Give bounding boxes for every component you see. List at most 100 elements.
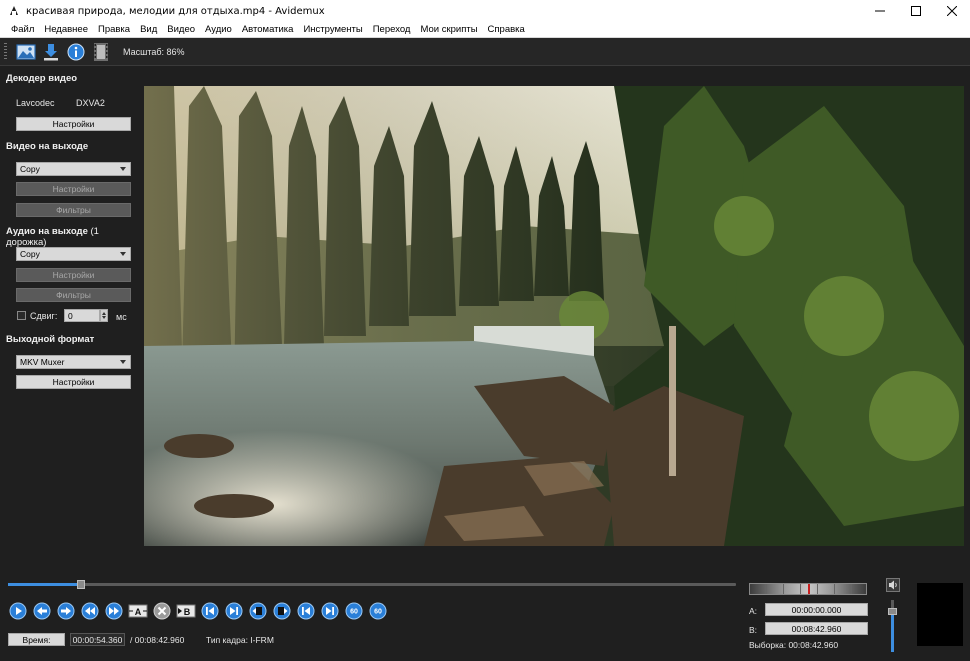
go-to-a-icon [201,602,219,620]
mini-preview [917,583,963,646]
menu-tools[interactable]: Инструменты [298,24,367,35]
time-button[interactable]: Время: [8,633,65,646]
video-filters-button[interactable] [90,41,112,63]
marker-b-icon: B [176,604,196,618]
next-frame-button[interactable] [56,601,76,621]
meter-tick [800,584,801,594]
forward-60-icon: 60 [369,602,387,620]
maximize-button[interactable] [898,0,934,22]
maximize-icon [911,6,921,16]
volume-handle[interactable] [888,608,897,615]
marker-b-field[interactable]: 00:08:42.960 [765,622,868,635]
seek-progress [8,583,81,586]
minimize-button[interactable] [862,0,898,22]
audio-codec-select[interactable]: Copy [16,247,131,261]
output-format-title: Выходной формат [6,334,95,345]
play-button[interactable] [8,601,28,621]
selection-duration: Выборка: 00:08:42.960 [749,640,839,650]
menu-file[interactable]: Файл [6,24,39,35]
first-frame-button[interactable] [296,601,316,621]
audio-codec-value: Copy [20,249,40,259]
skip-end-icon [321,602,339,620]
zoom-label: Масштаб: 86% [123,46,185,57]
arrow-left-icon [33,602,51,620]
meter-tick [783,584,784,594]
rewind-icon [81,602,99,620]
transport-controls: A B 60 60 [8,601,392,621]
total-time: / 00:08:42.960 [130,635,185,645]
next-keyframe-button[interactable] [104,601,124,621]
previous-black-frame-icon [249,602,267,620]
skip-start-icon [297,602,315,620]
meter-tick [834,584,835,594]
back-60s-button[interactable]: 60 [344,601,364,621]
seek-bar[interactable] [8,583,736,586]
shift-unit: мс [116,312,127,322]
speaker-icon[interactable] [886,578,900,592]
video-codec-select[interactable]: Copy [16,162,131,176]
marker-a-field[interactable]: 00:00:00.000 [765,603,868,616]
seek-handle[interactable] [77,580,85,589]
video-filters-button[interactable]: Фильтры [16,203,131,217]
close-icon [947,6,957,16]
chevron-down-icon [120,167,126,171]
decoder-settings-button[interactable]: Настройки [16,117,131,131]
go-to-b-icon [225,602,243,620]
marker-b-label: B: [749,625,758,635]
shift-label: Сдвиг: [30,311,58,321]
frame-type: Тип кадра: I-FRM [206,635,274,645]
delete-selection-button[interactable] [152,601,172,621]
go-to-marker-a-button[interactable] [200,601,220,621]
menu-custom-scripts[interactable]: Мои скрипты [415,24,482,35]
decoder-hw: DXVA2 [76,98,105,108]
last-frame-button[interactable] [320,601,340,621]
next-black-frame-button[interactable] [272,601,292,621]
menu-automation[interactable]: Автоматика [237,24,299,35]
video-preview[interactable] [144,86,964,546]
muxer-value: MKV Muxer [20,357,65,367]
audio-settings-button[interactable]: Настройки [16,268,131,282]
properties-button[interactable] [65,41,87,63]
menu-go[interactable]: Переход [368,24,416,35]
window-title: красивая природа, мелодии для отдыха.mp4… [26,5,325,17]
fast-forward-icon [105,602,123,620]
shift-input[interactable]: 0 [64,309,100,322]
video-settings-button[interactable]: Настройки [16,182,131,196]
current-time-field[interactable]: 00:00:54.360 [70,633,125,646]
menu-bar: Файл Недавнее Правка Вид Видео Аудио Авт… [0,22,970,38]
forest-river-frame [144,86,964,546]
set-marker-b-button[interactable]: B [176,601,196,621]
toolbar-grip[interactable] [4,42,7,61]
shift-spinner[interactable] [100,309,108,322]
menu-help[interactable]: Справка [483,24,530,35]
chevron-down-icon [120,360,126,364]
avidemux-app-icon [10,6,18,15]
play-icon [9,602,27,620]
save-button[interactable] [40,41,62,63]
menu-audio[interactable]: Аудио [200,24,237,35]
film-strip-icon [94,42,108,61]
video-output-title: Видео на выходе [6,141,89,152]
muxer-settings-button[interactable]: Настройки [16,375,131,389]
shift-checkbox[interactable] [17,311,26,320]
menu-edit[interactable]: Правка [93,24,135,35]
forward-60s-button[interactable]: 60 [368,601,388,621]
open-file-button[interactable] [15,41,37,63]
audio-meter [749,583,867,595]
previous-keyframe-button[interactable] [80,601,100,621]
go-to-marker-b-button[interactable] [224,601,244,621]
back-60-icon: 60 [345,602,363,620]
menu-video[interactable]: Видео [162,24,200,35]
muxer-select[interactable]: MKV Muxer [16,355,131,369]
menu-view[interactable]: Вид [135,24,162,35]
close-button[interactable] [934,0,970,22]
previous-frame-button[interactable] [32,601,52,621]
set-marker-a-button[interactable]: A [128,601,148,621]
audio-filters-button[interactable]: Фильтры [16,288,131,302]
arrow-right-icon [57,602,75,620]
minimize-icon [875,10,885,12]
previous-black-frame-button[interactable] [248,601,268,621]
settings-panel: Декодер видео Lavcodec DXVA2 Настройки В… [0,67,140,547]
video-codec-value: Copy [20,164,40,174]
menu-recent[interactable]: Недавнее [39,24,93,35]
